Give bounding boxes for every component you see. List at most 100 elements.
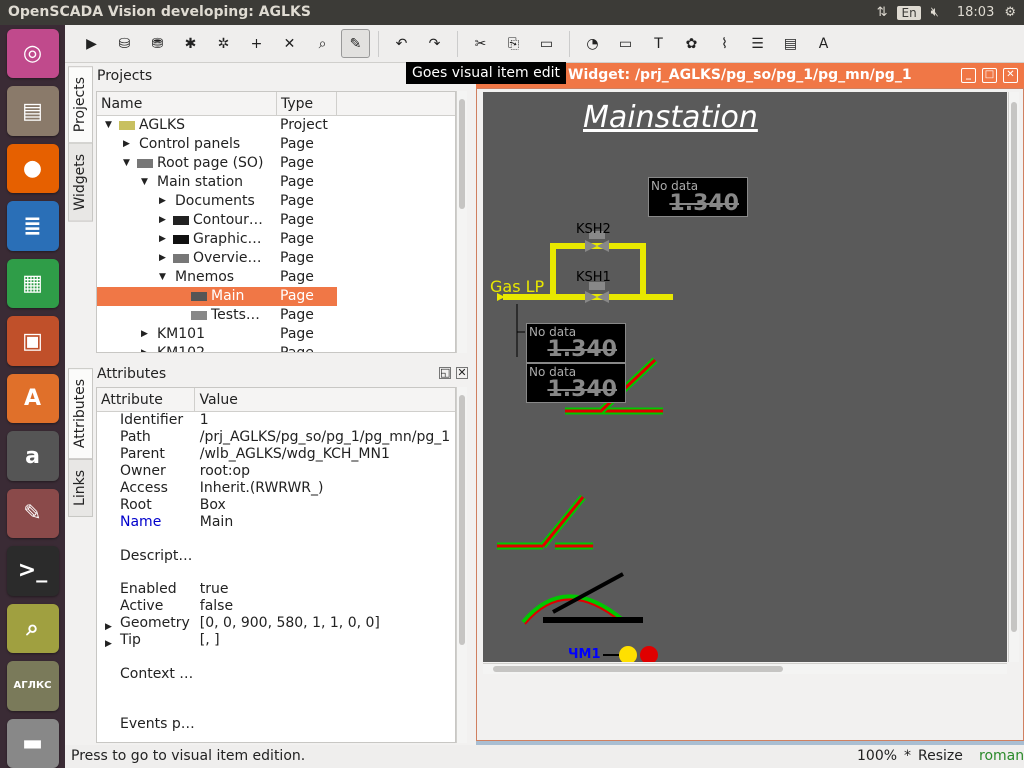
close-icon[interactable]: ✕ — [456, 367, 468, 379]
expand-arrow-icon[interactable]: ▶ — [159, 211, 166, 230]
tree-row[interactable]: Tests… Page — [97, 306, 455, 325]
close-window-icon[interactable]: ✕ — [1003, 68, 1018, 83]
volume-icon[interactable]: 🔇︎ — [931, 5, 939, 20]
attribute-value[interactable] — [196, 649, 455, 699]
attribute-row[interactable]: Name Main — [97, 514, 455, 531]
col-attribute[interactable]: Attribute — [97, 388, 196, 411]
run-project-icon[interactable]: ▶ — [77, 29, 106, 58]
attribute-row[interactable]: Enabled true — [97, 581, 455, 598]
attribute-row[interactable]: Owner root:op — [97, 463, 455, 480]
tab-attributes[interactable]: Attributes — [68, 368, 93, 460]
cut-icon[interactable]: ✂ — [466, 29, 495, 58]
undo-icon[interactable]: ↶ — [387, 29, 416, 58]
collapse-arrow-icon[interactable]: ▼ — [123, 154, 130, 173]
settings-icon[interactable]: ✎ — [6, 488, 59, 539]
attribute-row[interactable]: Identifier 1 — [97, 412, 455, 429]
tree-row[interactable]: ▼ Main station Page — [97, 173, 455, 192]
tree-row[interactable]: ▼ Root page (SO) Page — [97, 154, 455, 173]
expand-arrow-icon[interactable]: ▶ — [141, 325, 148, 344]
attribute-row[interactable]: Context … — [97, 649, 455, 699]
attribute-value[interactable]: /wlb_AGLKS/wdg_KCH_MN1 — [196, 446, 455, 463]
form-entry-icon[interactable]: ▭ — [611, 29, 640, 58]
tree-row[interactable]: ▶ Documents Page — [97, 192, 455, 211]
impress-icon[interactable]: ▣ — [6, 316, 59, 366]
network-icon[interactable]: ⇅ — [877, 5, 888, 20]
attribute-value[interactable]: true — [196, 581, 455, 598]
amazon-icon[interactable]: a — [6, 431, 59, 481]
attribute-row[interactable]: Root Box — [97, 497, 455, 514]
attribute-row[interactable]: Path/prj_AGLKS/pg_so/pg_1/pg_mn/pg_1 — [97, 429, 455, 446]
mnemo-canvas[interactable]: Mainstation KSH2 KSH1 Gas LP No data 1.34… — [483, 92, 1007, 662]
terminal-icon[interactable]: >_ — [6, 546, 59, 596]
value-display-3[interactable]: No data 1.340 — [526, 363, 626, 403]
attribute-value[interactable] — [196, 531, 455, 581]
collapse-arrow-icon[interactable]: ▼ — [141, 173, 148, 192]
attribute-value[interactable]: Main — [196, 514, 455, 531]
attribute-value[interactable]: 1 — [196, 412, 455, 429]
magnifier-icon[interactable]: ⌕ — [6, 603, 59, 654]
delete-item-icon[interactable]: ✕ — [275, 29, 304, 58]
tree-row[interactable]: ▶ KM102 Page — [97, 344, 455, 352]
tree-row[interactable]: ▼ Mnemos Page — [97, 268, 455, 287]
new-lib-icon[interactable]: ✱ — [176, 29, 205, 58]
attributes-scrollbar[interactable] — [456, 387, 467, 743]
attribute-row[interactable]: Active false — [97, 598, 455, 615]
db-save-icon[interactable]: ⛃ — [143, 29, 172, 58]
attribute-row[interactable]: Access Inherit.(RWRWR_) — [97, 480, 455, 497]
attribute-value[interactable]: false — [196, 598, 455, 615]
aglks-icon[interactable]: АГЛКС — [6, 661, 59, 711]
media-icon[interactable]: ✿ — [677, 29, 706, 58]
tree-row[interactable]: ▶ Contour… Page — [97, 211, 455, 230]
new-item-icon[interactable]: ✲ — [209, 29, 238, 58]
tree-row[interactable]: ▶ Control panels Page — [97, 135, 455, 154]
protocol-icon[interactable]: ☰ — [743, 29, 772, 58]
projects-scrollbar[interactable] — [456, 91, 467, 353]
expand-arrow-icon[interactable]: ▶ — [123, 135, 130, 154]
add-item-icon[interactable]: + — [242, 29, 271, 58]
copy-icon[interactable]: ⎘ — [499, 29, 528, 58]
col-value[interactable]: Value — [195, 388, 455, 411]
paste-icon[interactable]: ▭ — [532, 29, 561, 58]
maximize-icon[interactable]: □ — [982, 68, 997, 83]
edit-mode[interactable]: Resize — [918, 748, 963, 764]
attribute-value[interactable]: [0, 0, 900, 580, 1, 1, 0, 0] — [196, 615, 455, 632]
col-name[interactable]: Name — [97, 92, 277, 115]
minimize-icon[interactable]: _ — [961, 68, 976, 83]
writer-icon[interactable]: ≣ — [6, 201, 59, 251]
expand-arrow-icon[interactable]: ▶ — [159, 230, 166, 249]
tab-links[interactable]: Links — [68, 459, 93, 518]
value-display-2[interactable]: No data 1.340 — [526, 323, 626, 363]
collapse-arrow-icon[interactable]: ▼ — [105, 116, 112, 135]
attribute-value[interactable]: Box — [196, 497, 455, 514]
value-icon[interactable]: A — [809, 29, 838, 58]
attribute-value[interactable]: root:op — [196, 463, 455, 480]
attribute-row[interactable]: Descript… — [97, 531, 455, 581]
canvas-vscroll[interactable] — [1008, 92, 1019, 662]
files-icon[interactable]: ▤ — [6, 86, 59, 136]
calc-icon[interactable]: ▦ — [6, 258, 59, 309]
expand-arrow-icon[interactable]: ▶ — [141, 344, 148, 352]
db-load-icon[interactable]: ⛁ — [110, 29, 139, 58]
user-name[interactable]: roman — [979, 748, 1024, 764]
ubuntu-dash-icon[interactable]: ◎ — [6, 29, 59, 79]
attribute-value[interactable]: Inherit.(RWRWR_) — [196, 480, 455, 497]
tree-row[interactable]: ▼ AGLKS Project — [97, 116, 455, 135]
value-display-1[interactable]: No data 1.340 — [648, 177, 748, 217]
projects-tree[interactable]: Name Type ▼ AGLKS Project ▶ Control panels Pa… — [96, 91, 456, 353]
clock[interactable]: 18:03 — [957, 5, 994, 20]
tab-projects[interactable]: Projects — [68, 66, 93, 144]
canvas-hscroll[interactable] — [483, 663, 1007, 674]
document-icon[interactable]: ▤ — [776, 29, 805, 58]
expand-arrow-icon[interactable]: ▶ — [159, 249, 166, 268]
attribute-row[interactable]: ▶ Geometry [0, 0, 900, 580, 1, 1, 0, 0] — [97, 615, 455, 632]
power-icon[interactable]: ⚙ — [1004, 5, 1016, 20]
attribute-value[interactable]: [, ] — [196, 632, 455, 649]
attributes-table[interactable]: Attribute Value Identifier 1 Path/prj_AGLK… — [96, 387, 456, 743]
tree-row[interactable]: Main Page — [97, 287, 337, 306]
item-props-icon[interactable]: ⌕ — [308, 29, 337, 58]
tree-row[interactable]: ▶ Graphic… Page — [97, 230, 455, 249]
attribute-row[interactable]: Parent/wlb_AGLKS/wdg_KCH_MN1 — [97, 446, 455, 463]
drive-icon[interactable]: ▬ — [6, 718, 59, 768]
firefox-icon[interactable]: ● — [6, 143, 59, 194]
tree-row[interactable]: ▶ Overvie… Page — [97, 249, 455, 268]
